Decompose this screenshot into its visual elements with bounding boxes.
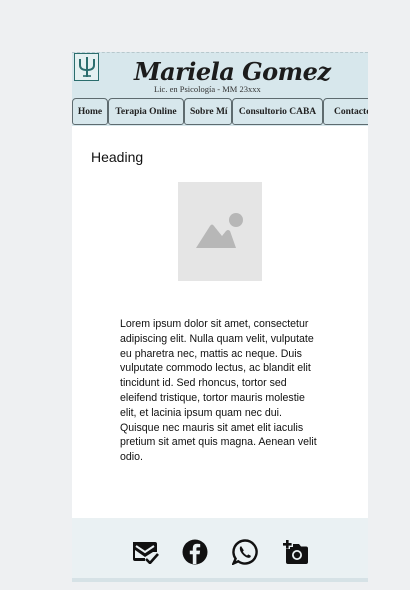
brand-subtitle: Lic. en Psicología - MM 23xxx — [154, 84, 261, 94]
nav-tab-terapia-online[interactable]: Terapia Online — [108, 98, 184, 125]
right-gutter — [368, 52, 410, 582]
image-placeholder-icon — [178, 182, 262, 281]
body-paragraph: Lorem ipsum dolor sit amet, consectetur … — [120, 318, 317, 463]
facebook-icon[interactable] — [181, 538, 209, 566]
nav-tab-sobre-mi[interactable]: Sobre Mí — [184, 98, 232, 125]
nav-tab-home[interactable]: Home — [72, 98, 108, 125]
mail-check-icon[interactable] — [131, 538, 159, 566]
content-heading: Heading — [91, 149, 144, 165]
brand-name: Mariela Gomez — [134, 57, 331, 86]
main-nav: Home Terapia Online Sobre Mí Consultorio… — [72, 98, 368, 126]
nav-tab-consultorio-caba[interactable]: Consultorio CABA — [232, 98, 323, 125]
nav-tab-contacto[interactable]: Contacto — [323, 98, 368, 125]
add-photo-icon[interactable] — [281, 538, 309, 566]
site-footer — [72, 518, 368, 582]
page-frame: Mariela Gomez Lic. en Psicología - MM 23… — [72, 52, 368, 582]
psi-symbol-icon[interactable] — [74, 53, 99, 81]
whatsapp-icon[interactable] — [231, 538, 259, 566]
site-header: Mariela Gomez Lic. en Psicología - MM 23… — [72, 52, 368, 126]
